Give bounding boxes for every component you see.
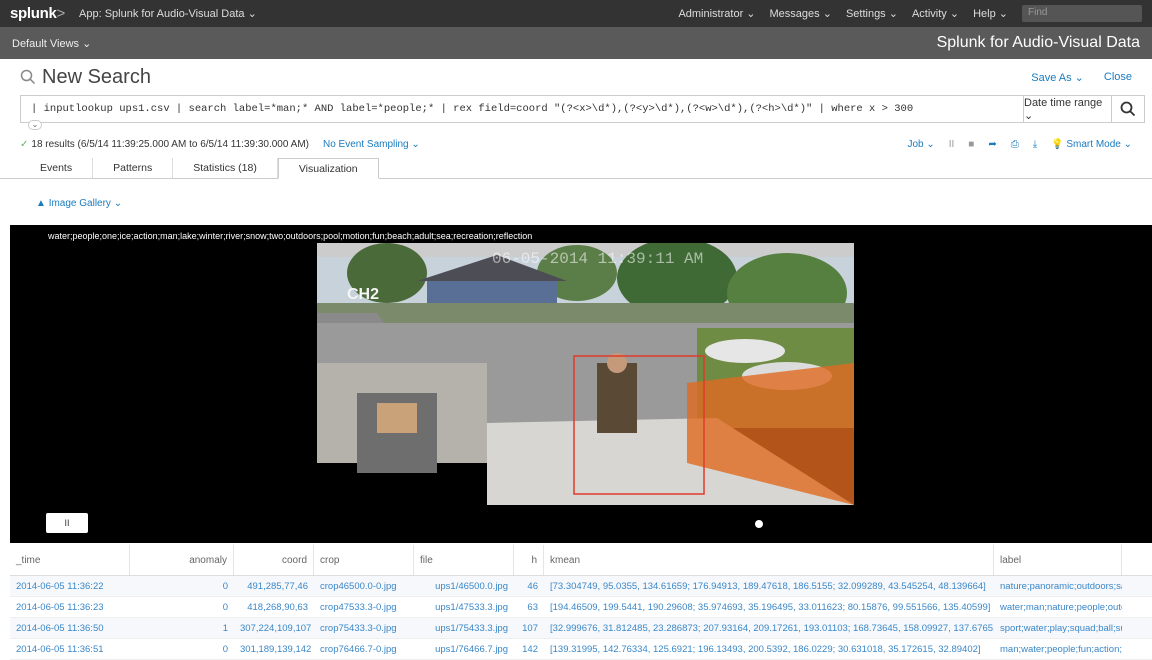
carousel-dot[interactable] (755, 520, 763, 528)
video-frame: CH2 06-05-2014 11:39:11 AM (317, 243, 854, 505)
column-header-coord[interactable]: coord (234, 545, 314, 575)
app-bar: Default Views ⌄ Splunk for Audio-Visual … (0, 27, 1152, 59)
cell-label: sport;water;play;squad;ball;su (1000, 622, 1122, 634)
channel-label: CH2 (347, 286, 379, 303)
column-header-kmean[interactable]: kmean (544, 545, 994, 575)
nav-settings[interactable]: Settings ⌄ (846, 7, 898, 20)
tab-statistics[interactable]: Statistics (18) (173, 158, 278, 178)
search-button[interactable] (1111, 95, 1145, 123)
cell-time: 2014-06-05 11:36:23 (16, 601, 104, 613)
job-status-row: ✓ 18 results (6/5/14 11:39:25.000 AM to … (0, 134, 1152, 154)
cell-label: man;water;people;fun;action;o (1000, 643, 1122, 655)
cell-crop: crop46500.0-0.jpg (320, 580, 397, 592)
job-menu[interactable]: Job ⌄ (907, 139, 934, 150)
search-icon (20, 69, 36, 85)
column-header-anomaly[interactable]: anomaly (130, 545, 234, 575)
results-table: _time anomaly coord crop file h kmean la… (10, 545, 1152, 660)
save-as-button[interactable]: Save As ⌄ (1031, 71, 1084, 84)
cell-label: water;man;nature;people;outd (1000, 601, 1122, 613)
cell-h: 142 (522, 643, 538, 655)
cell-coord: 301,189,139,142 (240, 643, 312, 655)
tab-visualization[interactable]: Visualization (277, 158, 379, 179)
nav-administrator[interactable]: Administrator ⌄ (678, 7, 755, 20)
cell-time: 2014-06-05 11:36:50 (16, 622, 104, 634)
cell-kmean: [73.304749, 95.0355, 134.61659; 176.9491… (550, 580, 986, 592)
cell-time: 2014-06-05 11:36:51 (16, 643, 104, 655)
pause-button[interactable]: II (46, 513, 88, 533)
nav-help[interactable]: Help ⌄ (973, 7, 1008, 20)
cell-time: 2014-06-05 11:36:22 (16, 580, 104, 592)
tab-patterns[interactable]: Patterns (93, 158, 174, 178)
search-mode-menu[interactable]: 💡 Smart Mode ⌄ (1051, 139, 1132, 150)
top-nav: Administrator ⌄ Messages ⌄ Settings ⌄ Ac… (678, 5, 1142, 22)
event-sampling-menu[interactable]: No Event Sampling ⌄ (323, 139, 420, 150)
time-range-picker[interactable]: Date time range ⌄ (1023, 95, 1111, 123)
cell-file: ups1/75433.3.jpg (435, 622, 508, 634)
search-query-input[interactable]: | inputlookup ups1.csv | search label=*m… (20, 95, 1023, 123)
results-tabs: Events Patterns Statistics (18) Visualiz… (0, 158, 1152, 179)
cell-h: 46 (527, 580, 538, 592)
table-row[interactable]: 2014-06-05 11:36:51 0 301,189,139,142 cr… (10, 639, 1152, 660)
cell-anomaly: 0 (222, 580, 228, 592)
cell-kmean: [139.31995, 142.76334, 125.6921; 196.134… (550, 643, 981, 655)
column-header-file[interactable]: file (414, 545, 514, 575)
find-input[interactable]: Find (1022, 5, 1142, 22)
image-gallery-menu[interactable]: ▲ Image Gallery ⌄ (36, 198, 122, 209)
check-icon: ✓ (20, 138, 29, 150)
cell-kmean: [194.46509, 199.5441, 190.29608; 35.9746… (550, 601, 991, 613)
cell-crop: crop47533.3-0.jpg (320, 601, 397, 613)
cell-file: ups1/46500.0.jpg (435, 580, 508, 592)
column-header-label[interactable]: label (994, 545, 1122, 575)
surveillance-frame-image: CH2 06-05-2014 11:39:11 AM (317, 243, 854, 505)
pause-icon[interactable]: II (949, 139, 955, 150)
search-icon (1120, 101, 1136, 117)
splunk-logo[interactable]: splunk> (10, 5, 65, 22)
table-header: _time anomaly coord crop file h kmean la… (10, 545, 1152, 576)
cell-anomaly: 1 (222, 622, 228, 634)
table-row[interactable]: 2014-06-05 11:36:23 0 418,268,90,63 crop… (10, 597, 1152, 618)
cell-anomaly: 0 (222, 601, 228, 613)
expand-query-toggle[interactable]: ⌄ (28, 120, 42, 130)
nav-messages[interactable]: Messages ⌄ (770, 7, 832, 20)
search-header: New Search Save As ⌄ Close (0, 59, 1152, 95)
image-viewer: CH2 06-05-2014 11:39:11 AM water;people;… (10, 225, 1152, 543)
search-bar: | inputlookup ups1.csv | search label=*m… (20, 95, 1145, 123)
share-icon[interactable]: ➦ (988, 139, 996, 150)
close-button[interactable]: Close (1104, 71, 1132, 84)
app-menu[interactable]: App: Splunk for Audio-Visual Data ⌄ (79, 7, 257, 20)
cell-crop: crop76466.7-0.jpg (320, 643, 397, 655)
page-title: New Search (20, 66, 151, 89)
app-title: Splunk for Audio-Visual Data (936, 34, 1140, 51)
table-row[interactable]: 2014-06-05 11:36:50 1 307,224,109,107 cr… (10, 618, 1152, 639)
image-tags: water;people;one;ice;action;man;lake;win… (48, 231, 533, 241)
column-header-crop[interactable]: crop (314, 545, 414, 575)
cell-h: 107 (522, 622, 538, 634)
export-icon[interactable]: ⤓ (1033, 139, 1037, 150)
cell-kmean: [32.999676, 31.812485, 23.286873; 207.93… (550, 622, 994, 634)
stop-icon[interactable]: ■ (968, 139, 974, 150)
cell-crop: crop75433.3-0.jpg (320, 622, 397, 634)
cell-anomaly: 0 (222, 643, 228, 655)
cell-label: nature;panoramic;outdoors;sa (1000, 580, 1122, 592)
table-row[interactable]: 2014-06-05 11:36:22 0 491,285,77,46 crop… (10, 576, 1152, 597)
cell-file: ups1/47533.3.jpg (435, 601, 508, 613)
column-header-time[interactable]: _time (10, 545, 130, 575)
cell-file: ups1/76466.7.jpg (435, 643, 508, 655)
column-header-h[interactable]: h (514, 545, 544, 575)
cell-h: 63 (527, 601, 538, 613)
print-icon[interactable]: ⎙ (1011, 139, 1019, 150)
default-views-menu[interactable]: Default Views ⌄ (12, 37, 91, 50)
results-summary: 18 results (6/5/14 11:39:25.000 AM to 6/… (31, 138, 309, 150)
tab-events[interactable]: Events (20, 158, 94, 178)
nav-activity[interactable]: Activity ⌄ (912, 7, 959, 20)
global-topbar: splunk> App: Splunk for Audio-Visual Dat… (0, 0, 1152, 27)
table-body: 2014-06-05 11:36:22 0 491,285,77,46 crop… (10, 576, 1152, 660)
cell-coord: 307,224,109,107 (240, 622, 312, 634)
cell-coord: 418,268,90,63 (247, 601, 308, 613)
cell-coord: 491,285,77,46 (247, 580, 308, 592)
timestamp-overlay: 06-05-2014 11:39:11 AM (492, 250, 703, 268)
